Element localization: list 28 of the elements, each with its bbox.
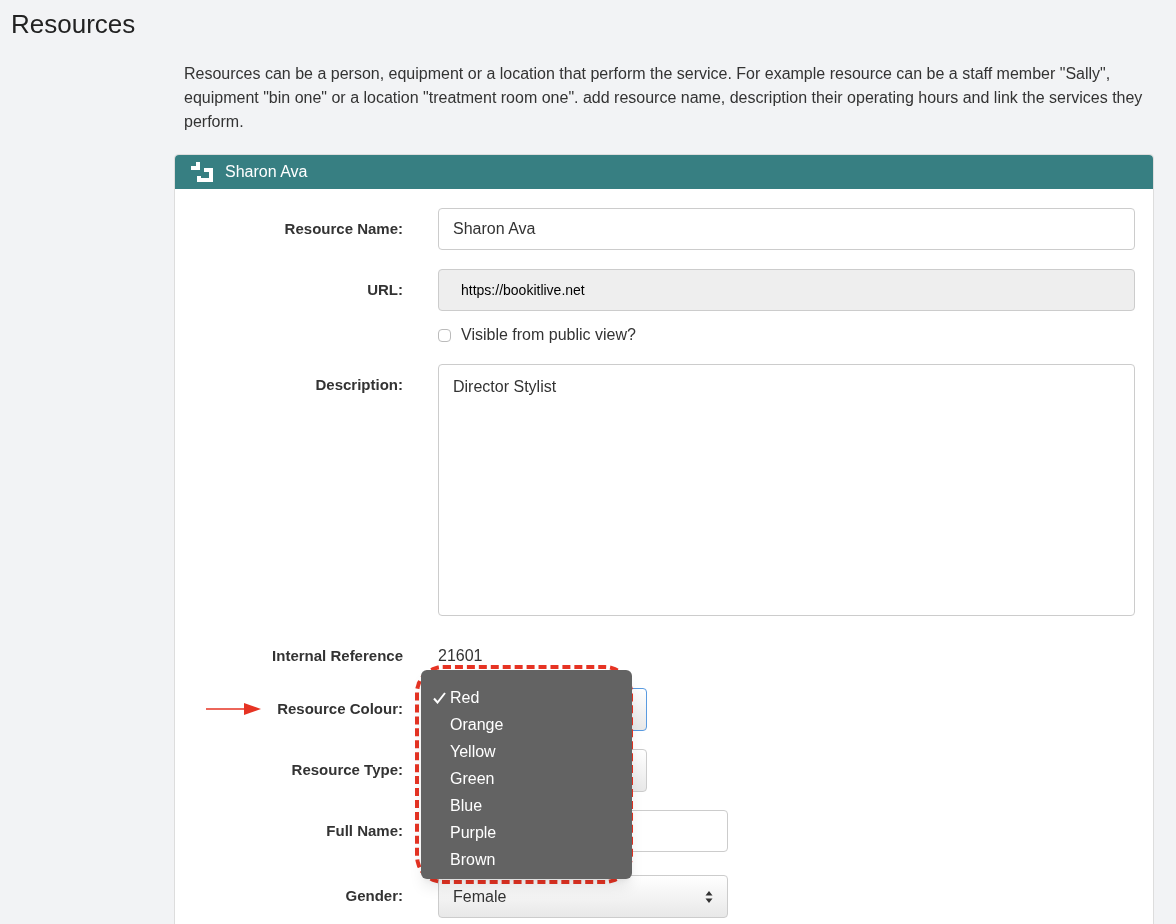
description-textarea[interactable]: Director Stylist <box>438 364 1135 616</box>
field-label: Resource Type: <box>291 760 403 781</box>
menu-option[interactable]: Brown <box>421 846 632 873</box>
menu-option[interactable]: Yellow <box>421 738 632 765</box>
intro-paragraph: Resources can be a person, equipment or a location that perform the service. For example resource can be a staff member "Sally", equipment "bin one" or a location "treatment room one". add resource name, description their operating hours and link the services they perform. <box>184 64 1144 132</box>
field-label: Gender: <box>345 886 403 907</box>
check-icon <box>433 691 446 704</box>
menu-option[interactable]: Red <box>421 684 632 711</box>
panel-title: Sharon Ava <box>225 162 308 182</box>
field-label: Resource Colour: <box>277 699 403 720</box>
field-label: Resource Name: <box>284 218 403 239</box>
text-field[interactable]: Sharon Ava <box>438 208 1135 250</box>
field-label: Full Name: <box>326 820 403 841</box>
checkbox-label: Visible from public view? <box>461 325 636 345</box>
field-label: URL: <box>367 279 403 300</box>
menu-option[interactable]: Orange <box>421 711 632 738</box>
menu-option[interactable]: Blue <box>421 792 632 819</box>
reference-value: 21601 <box>438 647 483 664</box>
menu-option[interactable]: Green <box>421 765 632 792</box>
menu-option[interactable]: Purple <box>421 819 632 846</box>
field-label: Internal Reference <box>272 645 403 666</box>
select-field[interactable]: Female <box>438 875 728 918</box>
select-arrows-icon <box>705 889 713 904</box>
resource-icon <box>191 162 213 182</box>
field-label: Description: <box>315 375 403 395</box>
url-field: https://bookitlive.net <box>438 269 1135 311</box>
page-title: Resources <box>10 8 137 40</box>
checkbox[interactable] <box>438 328 451 342</box>
